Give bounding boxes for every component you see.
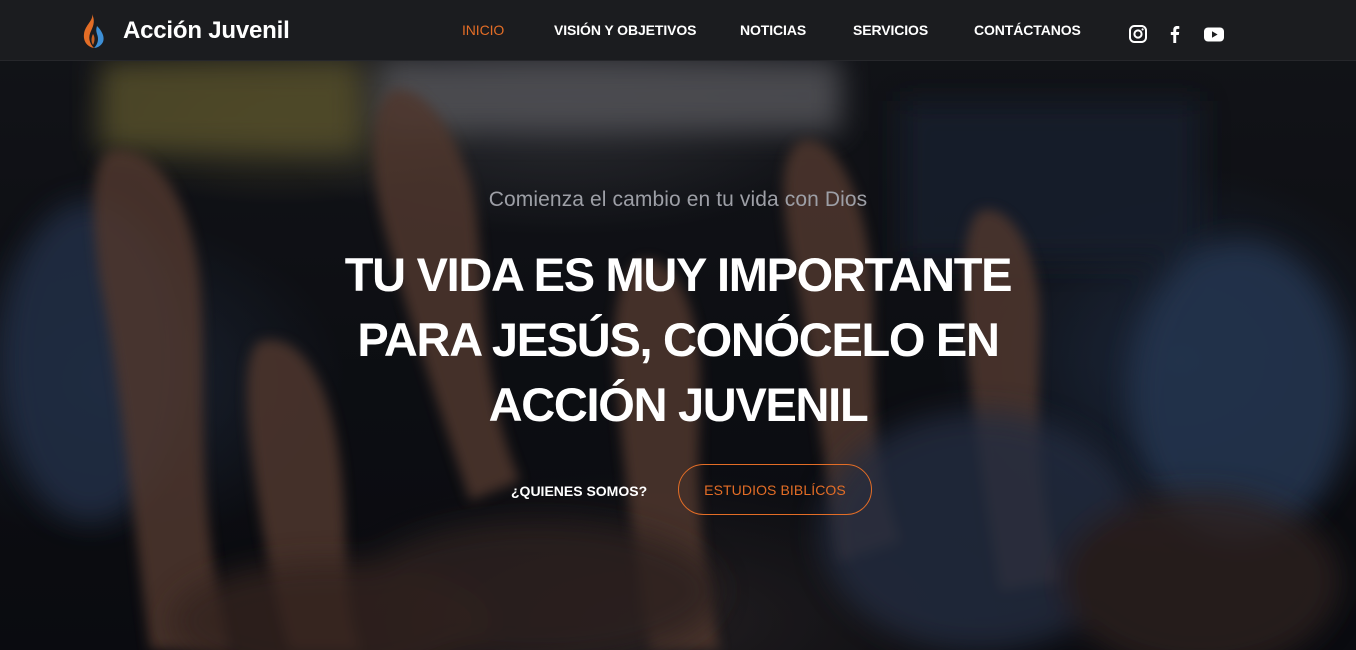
- top-navbar: Acción Juvenil INICIO VISIÓN Y OBJETIVOS…: [0, 0, 1356, 61]
- nav-inicio[interactable]: INICIO: [462, 22, 504, 38]
- hero-title-line-2: PARA JESÚS, CONÓCELO EN: [357, 313, 1000, 366]
- facebook-icon[interactable]: [1165, 24, 1185, 44]
- nav-servicios[interactable]: SERVICIOS: [853, 22, 928, 38]
- youtube-icon[interactable]: [1203, 24, 1225, 44]
- brand[interactable]: Acción Juvenil: [82, 13, 290, 49]
- hero-title-line-3: ACCIÓN JUVENIL: [488, 378, 869, 431]
- hero-title-line-1: TU VIDA ES MUY IMPORTANTE: [344, 248, 1013, 301]
- estudios-biblicos-button[interactable]: ESTUDIOS BIBLÍCOS: [678, 464, 872, 515]
- brand-name: Acción Juvenil: [123, 17, 290, 44]
- nav-noticias[interactable]: NOTICIAS: [740, 22, 806, 38]
- hero-subtitle: Comienza el cambio en tu vida con Dios: [488, 188, 868, 211]
- instagram-icon[interactable]: [1128, 24, 1148, 44]
- hero-title: TU VIDA ES MUY IMPORTANTE PARA JESÚS, CO…: [278, 242, 1078, 437]
- nav-vision-objetivos[interactable]: VISIÓN Y OBJETIVOS: [554, 22, 697, 38]
- nav-contactanos[interactable]: CONTÁCTANOS: [974, 22, 1081, 38]
- flame-logo-icon: [83, 14, 104, 48]
- hero-section: Comienza el cambio en tu vida con Dios T…: [0, 61, 1356, 650]
- quienes-somos-button[interactable]: ¿QUIENES SOMOS?: [511, 483, 647, 499]
